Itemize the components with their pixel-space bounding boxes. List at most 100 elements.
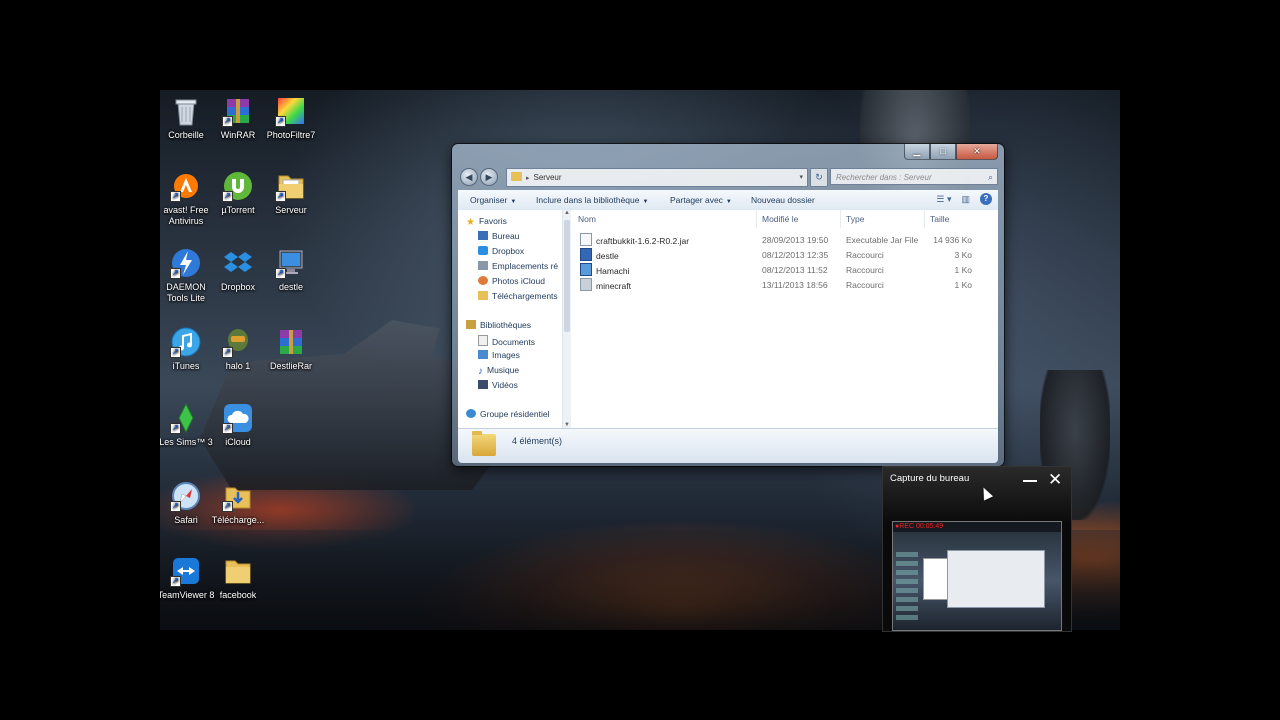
nav-favorites[interactable]: ★ Favoris: [466, 216, 507, 228]
desktop-icon-facebook[interactable]: facebook: [207, 555, 269, 601]
column-divider[interactable]: [924, 210, 925, 228]
computer-icon: ↗: [275, 247, 307, 279]
file-name: Hamachi: [580, 263, 630, 279]
preview-desktop-icons: [896, 552, 918, 622]
utorrent-icon: ↗: [222, 170, 254, 202]
star-icon: ★: [466, 217, 475, 228]
explorer-window[interactable]: ▁ □ ✕ ◀ ▶ ▸ Serveur ▾ ↻ Rechercher dans :…: [452, 144, 1004, 466]
search-input[interactable]: Rechercher dans : Serveur ⌕: [830, 168, 998, 185]
desktop-icon-destlierar[interactable]: DestlieRar: [260, 326, 322, 372]
explorer-content: ★ Favoris Bureau Dropbox Emplacements ré …: [458, 210, 998, 428]
desktop-icon-serveur[interactable]: ↗ Serveur: [260, 170, 322, 216]
shortcut-arrow-icon: ↗: [170, 423, 181, 434]
column-headers: Nom Modifié le Type Taille: [570, 210, 998, 228]
recent-places-icon: [478, 261, 488, 270]
nav-libraries[interactable]: Bibliothèques: [466, 320, 531, 330]
column-header-name[interactable]: Nom: [578, 210, 596, 228]
view-options-icon[interactable]: ☰ ▾: [936, 194, 951, 205]
preview-explorer: [947, 550, 1045, 608]
minimize-button[interactable]: ▁: [904, 144, 930, 160]
nav-item-telechargements[interactable]: Téléchargements: [478, 291, 558, 301]
shortcut-arrow-icon: ↗: [222, 501, 233, 512]
column-header-type[interactable]: Type: [846, 210, 864, 228]
folder-icon: ↗: [275, 170, 307, 202]
details-pane: 4 élément(s): [458, 428, 998, 463]
images-icon: [478, 350, 488, 359]
nav-item-bureau[interactable]: Bureau: [478, 231, 519, 241]
search-icon[interactable]: ⌕: [988, 169, 993, 186]
nav-item-documents[interactable]: Documents: [478, 335, 535, 347]
back-button[interactable]: ◀: [460, 168, 478, 186]
forward-button[interactable]: ▶: [480, 168, 498, 186]
nav-item-videos[interactable]: Vidéos: [478, 380, 518, 390]
nav-item-musique[interactable]: ♪ Musique: [478, 365, 519, 377]
safari-icon: ↗: [170, 480, 202, 512]
include-library-button[interactable]: Inclure dans la bibliothèque ▼: [536, 190, 648, 212]
shortcut-arrow-icon: ↗: [222, 423, 233, 434]
column-divider[interactable]: [840, 210, 841, 228]
navigation-pane: ★ Favoris Bureau Dropbox Emplacements ré …: [458, 210, 562, 428]
file-modified: 13/11/2013 18:56: [762, 280, 828, 290]
shortcut-arrow-icon: ↗: [170, 268, 181, 279]
desktop-icon-photofiltre[interactable]: ↗ PhotoFiltre7: [260, 95, 322, 141]
desktop-icon-telechargements[interactable]: ↗ Télécharge...: [207, 480, 269, 526]
chevron-down-icon: ▼: [642, 199, 649, 205]
column-divider[interactable]: [756, 210, 757, 228]
desktop-icon-destle[interactable]: ↗ destle: [260, 247, 322, 293]
nav-item-images[interactable]: Images: [478, 350, 520, 360]
new-folder-button[interactable]: Nouveau dossier: [751, 190, 815, 210]
organize-button[interactable]: Organiser ▼: [470, 190, 516, 212]
minecraft-icon: [580, 278, 592, 291]
desktop-icon-icloud[interactable]: ↗ iCloud: [207, 402, 269, 448]
homegroup-icon: [466, 409, 476, 418]
file-row[interactable]: craftbukkit-1.6.2-R0.2.jar 28/09/2013 19…: [570, 233, 998, 248]
folder-icon: [511, 172, 522, 181]
winrar-icon: ↗: [222, 95, 254, 127]
file-list: Nom Modifié le Type Taille craftbukkit-1…: [570, 210, 998, 428]
shortcut-arrow-icon: ↗: [222, 116, 233, 127]
shortcut-arrow-icon: ↗: [170, 191, 181, 202]
shortcut-arrow-icon: ↗: [222, 347, 233, 358]
capture-close-button[interactable]: ✕: [1048, 471, 1062, 488]
file-row[interactable]: minecraft 13/11/2013 18:56 Raccourci 1 K…: [570, 278, 998, 293]
capture-window[interactable]: Capture du bureau ✕ ●REC 00:05:49: [882, 466, 1072, 632]
address-path[interactable]: Serveur: [534, 173, 562, 182]
address-bar[interactable]: ▸ Serveur ▾: [506, 168, 808, 187]
hamachi-icon: [580, 263, 592, 276]
itunes-icon: ↗: [170, 326, 202, 358]
documents-icon: [478, 335, 488, 346]
shortcut-arrow-icon: ↗: [275, 191, 286, 202]
photos-icon: [478, 276, 488, 285]
column-header-modified[interactable]: Modifié le: [762, 210, 798, 228]
nav-item-photos-icloud[interactable]: Photos iCloud: [478, 276, 545, 286]
winrar-icon: [275, 326, 307, 358]
help-icon[interactable]: ?: [980, 193, 992, 205]
refresh-button[interactable]: ↻: [810, 168, 828, 187]
preview-pane-icon[interactable]: ▥: [961, 194, 970, 205]
music-note-icon: ♪: [478, 366, 483, 377]
file-name: minecraft: [580, 278, 631, 294]
file-row[interactable]: destle 08/12/2013 12:35 Raccourci 3 Ko: [570, 248, 998, 263]
shortcut-icon: [580, 248, 592, 261]
folder-icon: [222, 555, 254, 587]
daemon-tools-icon: ↗: [170, 247, 202, 279]
column-header-size[interactable]: Taille: [930, 210, 949, 228]
address-dropdown-icon[interactable]: ▾: [799, 169, 803, 186]
capture-title: Capture du bureau: [890, 473, 970, 484]
icloud-icon: ↗: [222, 402, 254, 434]
maximize-button[interactable]: □: [930, 144, 956, 160]
nav-item-recent-places[interactable]: Emplacements ré: [478, 261, 558, 271]
view-buttons: ☰ ▾ ▥ ?: [936, 193, 992, 205]
search-placeholder: Rechercher dans : Serveur: [836, 173, 932, 182]
capture-minimize-button[interactable]: [1023, 480, 1037, 482]
breadcrumb-arrow-icon: ▸: [526, 175, 530, 182]
nav-item-dropbox[interactable]: Dropbox: [478, 246, 524, 256]
share-with-button[interactable]: Partager avec ▼: [670, 190, 732, 212]
close-button[interactable]: ✕: [956, 144, 998, 160]
desktop-icon: [478, 231, 488, 240]
file-size: 3 Ko: [954, 250, 973, 260]
nav-homegroup[interactable]: Groupe résidentiel: [466, 409, 549, 419]
library-icon: [466, 320, 476, 329]
file-row[interactable]: Hamachi 08/12/2013 11:52 Raccourci 1 Ko: [570, 263, 998, 278]
shortcut-arrow-icon: ↗: [275, 116, 286, 127]
